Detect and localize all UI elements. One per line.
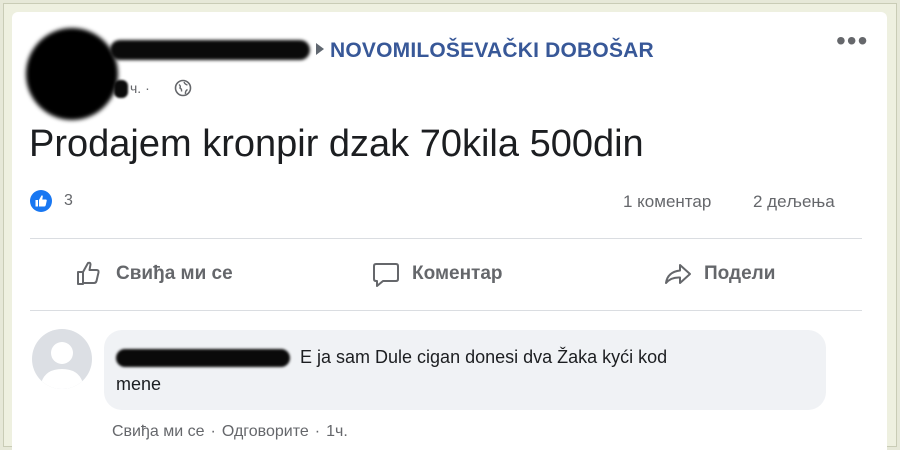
like-button[interactable]: Свиђа ми се <box>74 258 233 290</box>
comment-button[interactable]: Коментар <box>370 258 503 290</box>
caret-right-icon <box>316 43 324 55</box>
post-time-redacted <box>114 80 128 98</box>
comments-count[interactable]: 1 коментар <box>623 192 711 212</box>
like-button-label: Свиђа ми се <box>116 263 233 284</box>
default-avatar-icon <box>40 342 84 389</box>
like-badge-icon[interactable] <box>30 190 52 212</box>
globe-icon <box>174 79 192 97</box>
comment-actions: Свиђа ми се · Одговорите · 1ч. <box>112 423 348 441</box>
post-card: NOVOMILOŠEVAČKI DOBOŠAR ч. · ••• Prodaje… <box>12 12 887 450</box>
post-time[interactable]: ч. · <box>130 80 150 96</box>
comment-bubble: E ja sam Dule cigan donesi dva Žaka kyći… <box>104 330 826 410</box>
share-button[interactable]: Подели <box>662 258 775 290</box>
comment-text-line2: mene <box>116 374 162 394</box>
share-button-label: Подели <box>704 263 776 284</box>
group-name-link[interactable]: NOVOMILOŠEVAČKI DOBOŠAR <box>330 39 654 63</box>
post-text: Prodajem kronpir dzak 70kila 500din <box>29 123 644 165</box>
separator: · <box>210 423 216 440</box>
more-options-icon[interactable]: ••• <box>836 27 868 55</box>
comment-like-link[interactable]: Свиђа ми се <box>112 423 205 441</box>
separator: · <box>314 423 321 440</box>
author-name-redacted[interactable] <box>110 40 310 60</box>
reaction-count[interactable]: 3 <box>64 192 73 210</box>
shares-count[interactable]: 2 дељења <box>753 192 835 212</box>
comment-text-line1: E ja sam Dule cigan donesi dva Žaka kyći… <box>300 347 668 367</box>
thumbs-up-icon <box>77 261 100 285</box>
commenter-name-redacted[interactable] <box>116 349 290 367</box>
comment-icon <box>373 263 399 287</box>
author-avatar-redacted[interactable] <box>26 28 118 120</box>
comment-reply-link[interactable]: Одговорите <box>222 423 309 441</box>
share-icon <box>665 264 691 284</box>
divider <box>30 238 862 239</box>
commenter-avatar[interactable] <box>32 329 92 389</box>
comment-button-label: Коментар <box>412 263 503 284</box>
divider <box>30 310 862 311</box>
comment-time[interactable]: 1ч. <box>326 423 348 441</box>
